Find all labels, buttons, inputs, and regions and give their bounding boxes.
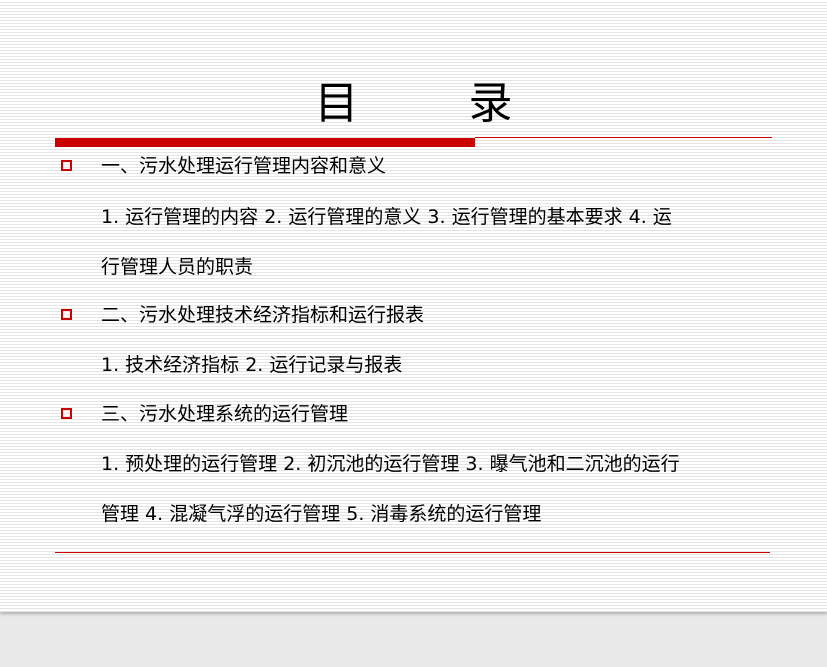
hollow-square-icon xyxy=(61,309,72,320)
section-detail-1-line-2: 行管理人员的职责 xyxy=(101,256,254,278)
section-detail-3-line-1: 1. 预处理的运行管理 2. 初沉池的运行管理 3. 曝气池和二沉池的运行 xyxy=(101,453,680,475)
title-underline-thick xyxy=(55,138,475,147)
slide: 目录 一、污水处理运行管理内容和意义 1. 运行管理的内容 2. 运行管理的意义… xyxy=(0,0,827,612)
footer-divider xyxy=(55,552,770,553)
section-heading-1: 一、污水处理运行管理内容和意义 xyxy=(101,155,387,177)
hollow-square-icon xyxy=(61,160,72,171)
section-heading-2: 二、污水处理技术经济指标和运行报表 xyxy=(101,304,425,326)
title-underline-thin xyxy=(475,137,772,138)
section-heading-3: 三、污水处理系统的运行管理 xyxy=(101,403,349,425)
section-detail-2-line-1: 1. 技术经济指标 2. 运行记录与报表 xyxy=(101,354,403,376)
section-detail-1-line-1: 1. 运行管理的内容 2. 运行管理的意义 3. 运行管理的基本要求 4. 运 xyxy=(101,206,672,228)
slide-title: 目录 xyxy=(314,78,623,129)
section-detail-3-line-2: 管理 4. 混凝气浮的运行管理 5. 消毒系统的运行管理 xyxy=(101,503,542,525)
hollow-square-icon xyxy=(61,408,72,419)
